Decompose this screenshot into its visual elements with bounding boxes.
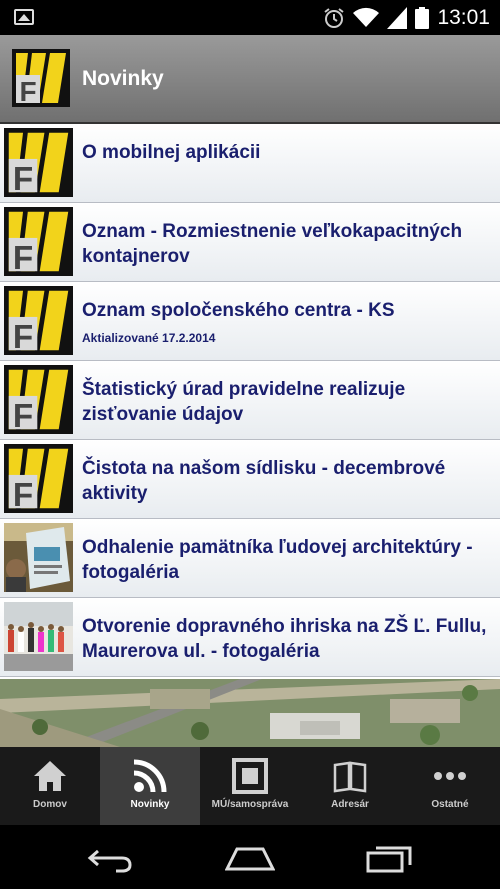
news-subtitle: Aktializované 17.2.2014 — [82, 331, 216, 345]
system-nav-bar — [0, 825, 500, 889]
back-icon[interactable] — [86, 843, 136, 873]
svg-text:F: F — [13, 319, 33, 355]
news-title: Otvorenie dopravného ihriska na ZŠ Ľ. Fu… — [82, 616, 487, 662]
tab-adresar[interactable]: Adresár — [300, 747, 400, 825]
news-thumbnail: F — [4, 444, 73, 513]
news-thumbnail-photo — [4, 602, 73, 671]
status-bar: 13:01 — [0, 0, 500, 35]
news-title: O mobilnej aplikácii — [82, 142, 261, 163]
news-thumbnail-photo — [4, 523, 73, 592]
news-title: Štatistický úrad pravidelne realizuje zi… — [82, 379, 406, 425]
svg-text:F: F — [13, 398, 33, 434]
news-title: Oznam - Rozmiestnenie veľkokapacitných k… — [82, 221, 463, 267]
page-title: Novinky — [82, 67, 164, 90]
home-nav-icon[interactable] — [225, 843, 275, 873]
list-item[interactable]: F Oznam - Rozmiestnenie veľkokapacitných… — [0, 203, 500, 282]
svg-text:F: F — [13, 240, 33, 276]
battery-icon — [415, 7, 430, 29]
news-thumbnail: F — [4, 207, 73, 276]
tab-label: Domov — [33, 799, 67, 810]
news-title: Čistota na našom sídlisku - decembrové a… — [82, 458, 446, 504]
svg-text:F: F — [13, 161, 33, 197]
list-item[interactable]: F Čistota na našom sídlisku - decembrové… — [0, 440, 500, 519]
recents-icon[interactable] — [364, 843, 414, 873]
news-title: Odhalenie pamätníka ľudovej architektúry… — [82, 537, 473, 583]
clock: 13:01 — [437, 6, 490, 29]
news-title: Oznam spoločenského centra - KS — [82, 300, 395, 321]
building-icon — [232, 758, 268, 794]
signal-icon — [387, 7, 408, 29]
news-thumbnail: F — [4, 365, 73, 434]
home-icon — [34, 761, 66, 791]
background-aerial-image — [0, 679, 500, 747]
tab-label: Adresár — [331, 799, 369, 810]
rss-icon — [133, 759, 167, 793]
book-icon — [333, 761, 367, 793]
svg-text:F: F — [13, 477, 33, 513]
list-item[interactable]: Odhalenie pamätníka ľudovej architektúry… — [0, 519, 500, 598]
bottom-tab-bar: Domov Novinky MÚ/samospráva Adresár Osta… — [0, 747, 500, 825]
app-logo[interactable]: F — [12, 49, 70, 107]
tab-mu-samosprava[interactable]: MÚ/samospráva — [200, 747, 300, 825]
list-item[interactable]: F Oznam spoločenského centra - KS Aktial… — [0, 282, 500, 361]
alarm-icon — [324, 8, 345, 28]
list-item[interactable]: Otvorenie dopravného ihriska na ZŠ Ľ. Fu… — [0, 598, 500, 677]
news-thumbnail: F — [4, 128, 73, 197]
tab-label: MÚ/samospráva — [211, 799, 289, 810]
image-notification-icon — [14, 9, 34, 25]
tab-label: Ostatné — [431, 799, 469, 810]
more-icon — [434, 772, 466, 780]
svg-text:F: F — [19, 76, 36, 107]
news-list: F O mobilnej aplikácii F Oznam - Rozmies… — [0, 124, 500, 679]
wifi-icon — [353, 7, 380, 27]
action-bar: F Novinky — [0, 35, 500, 124]
list-item[interactable]: F O mobilnej aplikácii — [0, 124, 500, 203]
tab-domov[interactable]: Domov — [0, 747, 100, 825]
news-thumbnail: F — [4, 286, 73, 355]
tab-novinky[interactable]: Novinky — [100, 747, 200, 825]
tab-label: Novinky — [130, 799, 170, 810]
list-item[interactable]: F Štatistický úrad pravidelne realizuje … — [0, 361, 500, 440]
tab-ostatne[interactable]: Ostatné — [400, 747, 500, 825]
